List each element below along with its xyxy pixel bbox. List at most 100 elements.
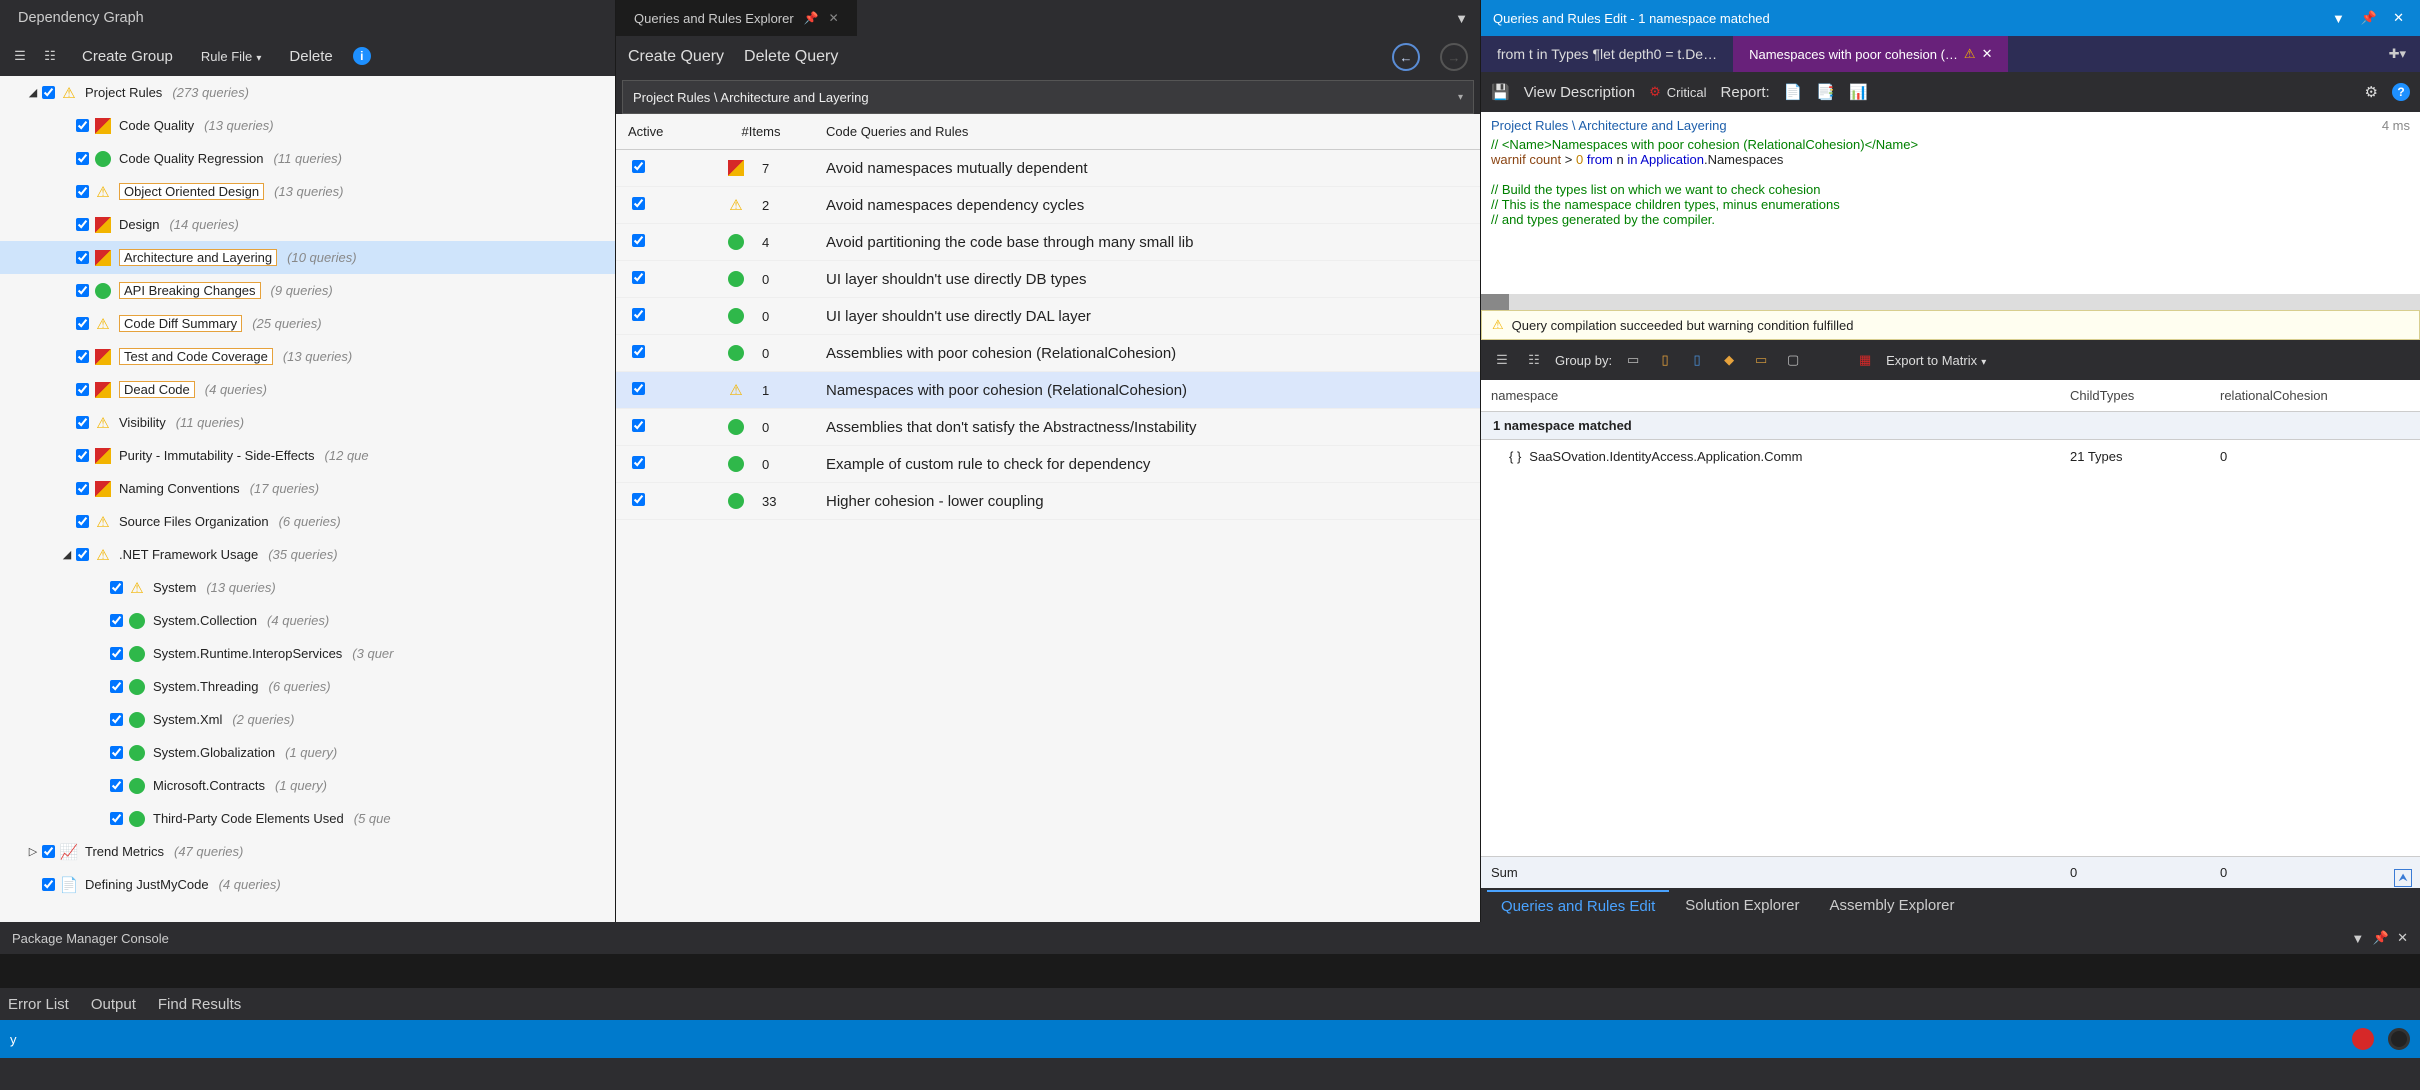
tree-checkbox[interactable] — [76, 119, 89, 132]
query-row[interactable]: 0 Assemblies with poor cohesion (Relatio… — [616, 335, 1480, 372]
tree-checkbox[interactable] — [76, 317, 89, 330]
tree-item[interactable]: API Breaking Changes (9 queries) — [0, 274, 615, 307]
close-icon[interactable]: ✕ — [829, 11, 839, 25]
view-icon-2[interactable]: ☷ — [1523, 349, 1545, 371]
delete-query-button[interactable]: Delete Query — [744, 48, 838, 66]
rules-tree[interactable]: ◢ ⚠ Project Rules (273 queries) Code Qua… — [0, 76, 615, 922]
dropdown-icon[interactable]: ▼ — [2351, 931, 2364, 946]
tree-item[interactable]: System.Globalization (1 query) — [0, 736, 615, 769]
tab-dropdown[interactable]: ▼ — [1443, 0, 1480, 36]
tree-checkbox[interactable] — [76, 152, 89, 165]
report-icon-2[interactable]: 📑 — [1816, 83, 1835, 101]
active-checkbox[interactable] — [632, 234, 645, 247]
tree-item[interactable]: Code Quality Regression (11 queries) — [0, 142, 615, 175]
active-checkbox[interactable] — [632, 456, 645, 469]
twisty-icon[interactable]: ▷ — [24, 845, 42, 858]
tree-item[interactable]: System.Collection (4 queries) — [0, 604, 615, 637]
query-row[interactable]: ⚠1 Namespaces with poor cohesion (Relati… — [616, 372, 1480, 409]
tree-checkbox[interactable] — [76, 185, 89, 198]
tree-item[interactable]: System.Runtime.InteropServices (3 quer — [0, 637, 615, 670]
tree-checkbox[interactable] — [110, 581, 123, 594]
tab-solution-explorer[interactable]: Solution Explorer — [1671, 891, 1813, 920]
info-icon[interactable]: i — [353, 47, 371, 65]
tree-item[interactable]: ⚠ Source Files Organization (6 queries) — [0, 505, 615, 538]
query-tab-2[interactable]: Namespaces with poor cohesion (… ⚠ ✕ — [1733, 36, 2008, 72]
col-rules[interactable]: Code Queries and Rules — [826, 124, 1480, 139]
query-row[interactable]: ⚠2 Avoid namespaces dependency cycles — [616, 187, 1480, 224]
query-tab-1[interactable]: from t in Types ¶let depth0 = t.De… — [1481, 36, 1733, 72]
query-row[interactable]: 7 Avoid namespaces mutually dependent — [616, 150, 1480, 187]
create-query-button[interactable]: Create Query — [628, 48, 724, 66]
group-icon-4[interactable]: ◆ — [1718, 349, 1740, 371]
tree-fx-root[interactable]: ◢ ⚠ .NET Framework Usage (35 queries) — [0, 538, 615, 571]
active-checkbox[interactable] — [632, 382, 645, 395]
help-icon[interactable]: ? — [2392, 83, 2410, 101]
tree-trend[interactable]: ▷ 📈 Trend Metrics (47 queries) — [0, 835, 615, 868]
tree-checkbox[interactable] — [76, 284, 89, 297]
tree-checkbox[interactable] — [110, 779, 123, 792]
matrix-icon[interactable]: ▦ — [1854, 349, 1876, 371]
package-manager-body[interactable] — [0, 954, 2420, 988]
record-icon[interactable] — [2352, 1028, 2374, 1050]
close-icon[interactable]: ✕ — [2389, 10, 2408, 26]
col-cohesion[interactable]: relationalCohesion — [2220, 388, 2420, 403]
close-icon[interactable]: ✕ — [2397, 930, 2408, 946]
group-icon-3[interactable]: ▯ — [1686, 349, 1708, 371]
collapse-all-icon[interactable]: ☷ — [38, 44, 62, 68]
tab-error-list[interactable]: Error List — [8, 996, 69, 1013]
pin-icon[interactable]: 📌 — [804, 11, 819, 25]
chevron-down-icon[interactable]: ▾ — [1458, 92, 1463, 103]
tree-checkbox[interactable] — [42, 845, 55, 858]
pin-icon[interactable]: 📌 — [2357, 10, 2381, 26]
tree-jmc[interactable]: 📄 Defining JustMyCode (4 queries) — [0, 868, 615, 901]
active-checkbox[interactable] — [632, 160, 645, 173]
tree-item[interactable]: Design (14 queries) — [0, 208, 615, 241]
query-row[interactable]: 4 Avoid partitioning the code base throu… — [616, 224, 1480, 261]
tree-item[interactable]: ⚠ Code Diff Summary (25 queries) — [0, 307, 615, 340]
tree-checkbox[interactable] — [76, 416, 89, 429]
active-checkbox[interactable] — [632, 419, 645, 432]
tree-item[interactable]: Microsoft.Contracts (1 query) — [0, 769, 615, 802]
tree-checkbox[interactable] — [76, 350, 89, 363]
tree-checkbox[interactable] — [76, 548, 89, 561]
expand-all-icon[interactable]: ☰ — [8, 44, 32, 68]
tree-item[interactable]: Dead Code (4 queries) — [0, 373, 615, 406]
breadcrumb[interactable]: Project Rules \ Architecture and Layerin… — [622, 80, 1474, 114]
tree-checkbox[interactable] — [76, 251, 89, 264]
query-row[interactable]: 0 UI layer shouldn't use directly DB typ… — [616, 261, 1480, 298]
tree-item[interactable]: ⚠ Visibility (11 queries) — [0, 406, 615, 439]
query-row[interactable]: 33 Higher cohesion - lower coupling — [616, 483, 1480, 520]
tree-checkbox[interactable] — [110, 713, 123, 726]
nav-back-button[interactable]: ← — [1392, 43, 1420, 71]
query-row[interactable]: 0 Assemblies that don't satisfy the Abst… — [616, 409, 1480, 446]
tree-item[interactable]: Purity - Immutability - Side-Effects (12… — [0, 439, 615, 472]
delete-button[interactable]: Delete — [281, 44, 340, 69]
active-checkbox[interactable] — [632, 493, 645, 506]
save-icon[interactable]: 💾 — [1491, 83, 1510, 101]
tree-item[interactable]: Naming Conventions (17 queries) — [0, 472, 615, 505]
critical-toggle[interactable]: ⚙Critical — [1649, 84, 1706, 100]
col-active[interactable]: Active — [616, 124, 696, 139]
query-row[interactable]: 0 Example of custom rule to check for de… — [616, 446, 1480, 483]
tree-checkbox[interactable] — [110, 614, 123, 627]
col-items[interactable]: #Items — [696, 124, 826, 139]
active-checkbox[interactable] — [632, 345, 645, 358]
tree-checkbox[interactable] — [42, 86, 55, 99]
tree-root[interactable]: ◢ ⚠ Project Rules (273 queries) — [0, 76, 615, 109]
col-namespace[interactable]: namespace — [1481, 388, 2070, 403]
tree-item[interactable]: Third-Party Code Elements Used (5 que — [0, 802, 615, 835]
create-group-button[interactable]: Create Group — [74, 44, 181, 69]
col-childtypes[interactable]: ChildTypes — [2070, 388, 2220, 403]
active-checkbox[interactable] — [632, 271, 645, 284]
view-description-button[interactable]: View Description — [1524, 84, 1635, 101]
stop-icon[interactable] — [2388, 1028, 2410, 1050]
tab-queries-edit[interactable]: Queries and Rules Edit — [1487, 890, 1669, 921]
gear-icon[interactable]: ⚙ — [2365, 83, 2378, 101]
tree-checkbox[interactable] — [76, 383, 89, 396]
rule-file-button[interactable]: Rule File ▾ — [193, 44, 270, 69]
export-matrix-button[interactable]: Export to Matrix ▾ — [1886, 352, 1986, 369]
group-icon-1[interactable]: ▭ — [1622, 349, 1644, 371]
code-breadcrumb[interactable]: Project Rules \ Architecture and Layerin… — [1491, 118, 1727, 133]
tree-checkbox[interactable] — [110, 812, 123, 825]
tree-item[interactable]: System.Threading (6 queries) — [0, 670, 615, 703]
